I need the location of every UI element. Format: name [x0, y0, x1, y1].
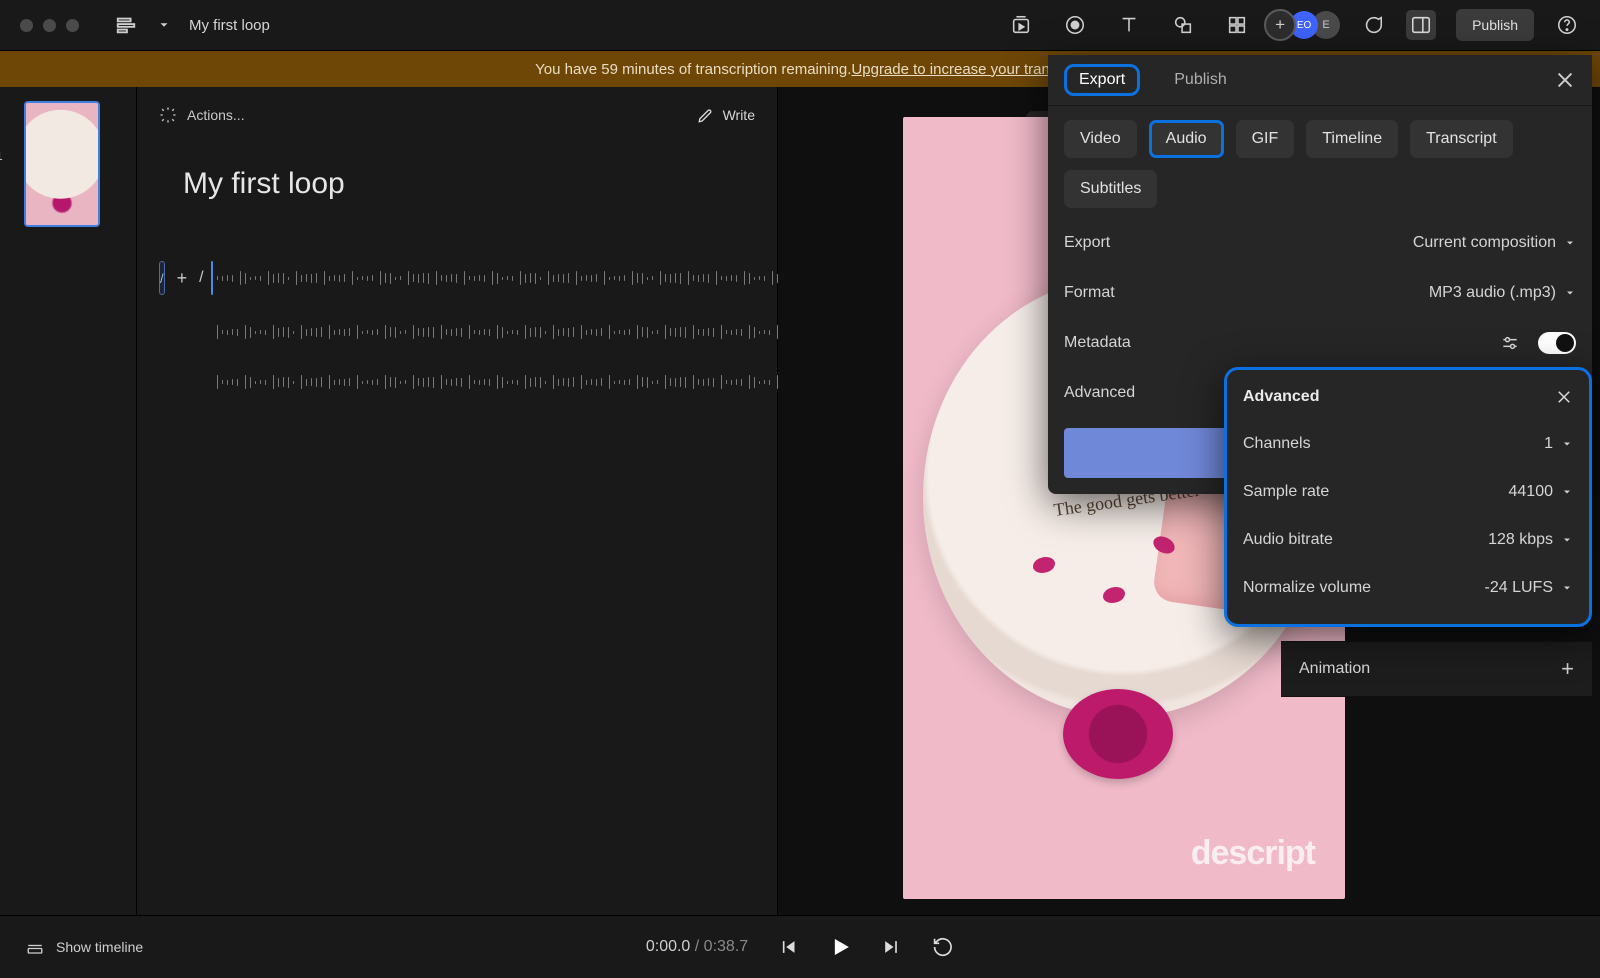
menu-chevron-icon[interactable]	[157, 12, 171, 38]
templates-icon[interactable]	[1224, 12, 1250, 38]
advanced-title: Advanced	[1243, 388, 1319, 406]
export-scope-value: Current composition	[1413, 234, 1556, 252]
collaborators: + EO E	[1264, 9, 1340, 41]
help-icon[interactable]	[1554, 12, 1580, 38]
window-controls	[20, 19, 79, 32]
traffic-close[interactable]	[20, 19, 33, 32]
format-value: MP3 audio (.mp3)	[1429, 284, 1556, 302]
actions-label: Actions...	[187, 107, 245, 123]
tab-publish[interactable]: Publish	[1162, 65, 1238, 95]
timecode: 0:00.0 / 0:38.7	[646, 938, 748, 956]
write-label: Write	[723, 107, 755, 123]
inline-slash: /	[199, 269, 203, 287]
channels-label: Channels	[1243, 435, 1311, 453]
main-menu-button[interactable]	[113, 12, 139, 38]
add-marker-button[interactable]: +	[177, 268, 188, 289]
sample-rate-row[interactable]: Sample rate 44100	[1243, 468, 1573, 516]
banner-upgrade-link[interactable]: Upgrade to increase your transc	[851, 61, 1064, 78]
subtab-audio[interactable]: Audio	[1149, 120, 1224, 158]
normalize-label: Normalize volume	[1243, 579, 1371, 597]
waveform-2[interactable]	[217, 319, 831, 345]
bitrate-row[interactable]: Audio bitrate 128 kbps	[1243, 516, 1573, 564]
traffic-min[interactable]	[43, 19, 56, 32]
script-editor: Actions... Write My first loop / + /	[137, 87, 778, 917]
project-name[interactable]: My first loop	[189, 17, 270, 34]
subtab-subtitles[interactable]: Subtitles	[1064, 170, 1157, 208]
traffic-max[interactable]	[66, 19, 79, 32]
waveform-1[interactable]	[212, 265, 826, 291]
tab-export[interactable]: Export	[1064, 64, 1140, 96]
skip-forward-icon[interactable]	[882, 937, 902, 957]
skip-back-icon[interactable]	[778, 937, 798, 957]
normalize-value: -24 LUFS	[1485, 579, 1553, 597]
publish-button[interactable]: Publish	[1456, 9, 1534, 41]
script-line-2[interactable]	[217, 319, 755, 345]
playback-bar: Show timeline 0:00.0 / 0:38.7	[0, 915, 1600, 978]
toggle-sidebar-button[interactable]	[1406, 10, 1436, 40]
shapes-icon[interactable]	[1170, 12, 1196, 38]
waveform-3[interactable]	[217, 369, 795, 395]
close-export-panel[interactable]	[1554, 69, 1576, 91]
metadata-row: Metadata	[1064, 318, 1576, 368]
format-row[interactable]: Format MP3 audio (.mp3)	[1064, 268, 1576, 318]
watermark-text: descript	[1191, 834, 1315, 873]
scene-marker[interactable]: /	[159, 261, 165, 295]
normalize-row[interactable]: Normalize volume -24 LUFS	[1243, 564, 1573, 612]
advanced-popover: Advanced Channels 1 Sample rate 44100 Au…	[1224, 367, 1592, 627]
timecode-sep: /	[690, 938, 703, 955]
sample-rate-label: Sample rate	[1243, 483, 1329, 501]
subtab-timeline[interactable]: Timeline	[1306, 120, 1398, 158]
close-advanced-button[interactable]	[1555, 388, 1573, 406]
text-tool-icon[interactable]	[1116, 12, 1142, 38]
channels-row[interactable]: Channels 1	[1243, 420, 1573, 468]
subtab-transcript[interactable]: Transcript	[1410, 120, 1513, 158]
banner-text: You have 59 minutes of transcription rem…	[535, 61, 851, 78]
add-collaborator-button[interactable]: +	[1264, 9, 1296, 41]
subtab-gif[interactable]: GIF	[1236, 120, 1295, 158]
playhead-cursor[interactable]	[211, 261, 213, 295]
subtab-video[interactable]: Video	[1064, 120, 1137, 158]
bitrate-label: Audio bitrate	[1243, 531, 1333, 549]
bitrate-value: 128 kbps	[1488, 531, 1553, 549]
add-animation-button[interactable]: +	[1561, 656, 1574, 682]
script-line-3[interactable]	[217, 369, 755, 395]
comments-icon[interactable]	[1360, 12, 1386, 38]
timecode-total: 0:38.7	[704, 938, 748, 955]
script-line-1[interactable]: / + /	[159, 261, 755, 295]
title-bar: My first loop + EO E Publish	[0, 0, 1600, 51]
composition-title[interactable]: My first loop	[183, 167, 755, 201]
canvas-flower	[1063, 689, 1173, 779]
channels-value: 1	[1544, 435, 1553, 453]
export-scope-label: Export	[1064, 234, 1110, 252]
show-timeline-button[interactable]: Show timeline	[26, 938, 143, 956]
media-library-icon[interactable]	[1008, 12, 1034, 38]
metadata-settings-icon[interactable]	[1500, 333, 1520, 353]
export-scope-row[interactable]: Export Current composition	[1064, 218, 1576, 268]
write-button[interactable]: Write	[697, 106, 755, 124]
animation-label: Animation	[1299, 660, 1370, 678]
advanced-label: Advanced	[1064, 384, 1135, 402]
show-timeline-label: Show timeline	[56, 939, 143, 955]
metadata-toggle[interactable]	[1538, 332, 1576, 354]
scenes-column: 1	[0, 87, 137, 917]
play-icon[interactable]	[828, 935, 852, 959]
sample-rate-value: 44100	[1509, 483, 1554, 501]
loop-icon[interactable]	[932, 936, 954, 958]
actions-menu[interactable]: Actions...	[159, 106, 245, 124]
animation-section[interactable]: Animation +	[1281, 641, 1592, 697]
metadata-label: Metadata	[1064, 334, 1131, 352]
scene-thumbnail-1[interactable]	[24, 101, 100, 227]
format-label: Format	[1064, 284, 1115, 302]
record-icon[interactable]	[1062, 12, 1088, 38]
scene-index: 1	[0, 149, 3, 163]
timecode-current: 0:00.0	[646, 938, 690, 955]
